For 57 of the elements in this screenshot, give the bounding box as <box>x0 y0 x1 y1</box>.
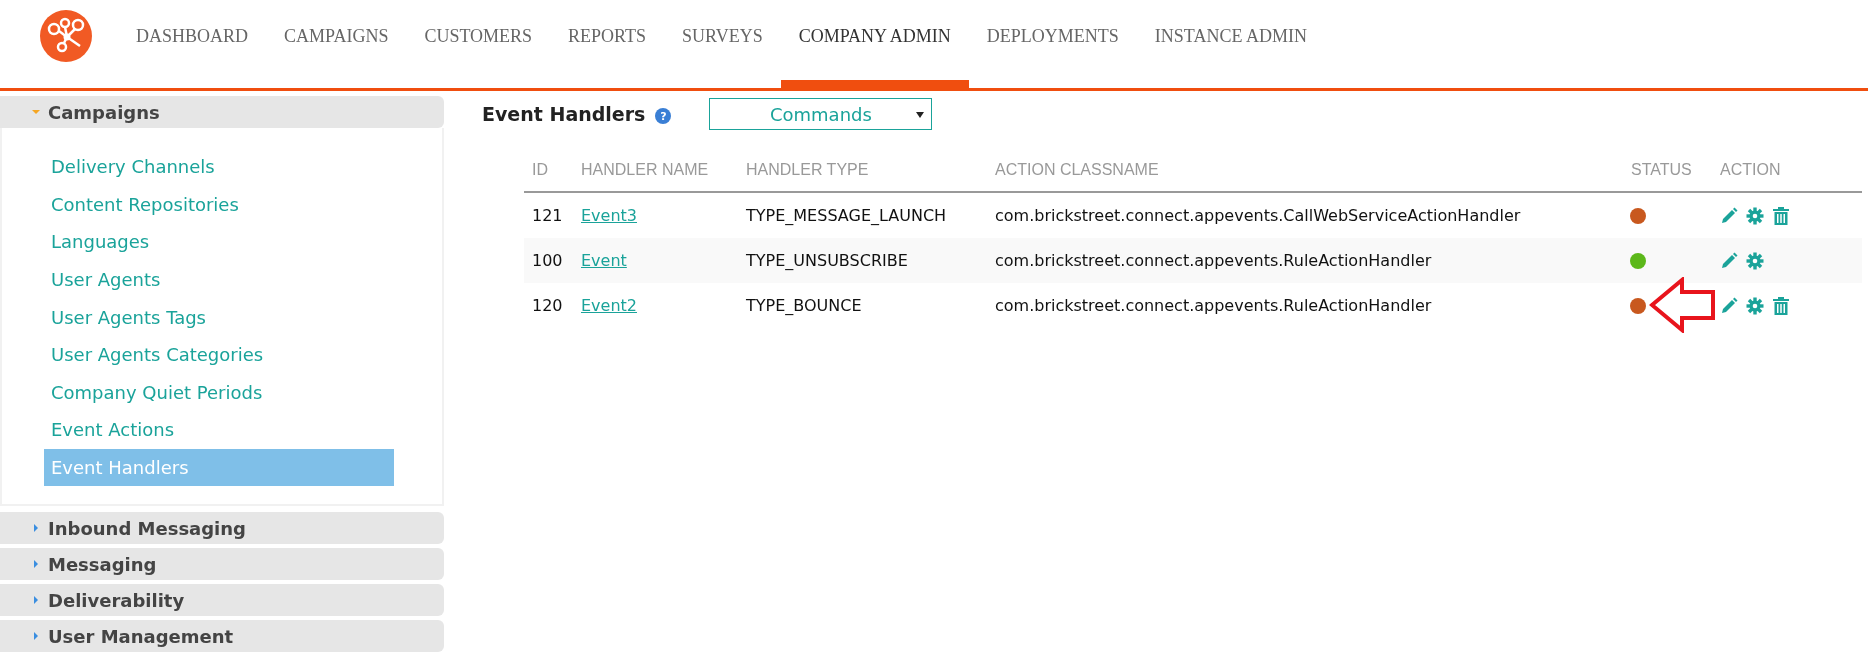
caret-icon <box>31 631 41 642</box>
table-cell: TYPE_UNSUBSCRIBE <box>738 238 987 283</box>
sidebar-item[interactable]: User Agents Tags <box>44 298 394 336</box>
pencil-icon[interactable] <box>1720 251 1738 270</box>
handler-link[interactable]: Event2 <box>581 296 637 315</box>
sidebar-section-header[interactable]: Campaigns <box>0 96 444 128</box>
nav-tab[interactable]: SURVEYS <box>664 0 781 88</box>
nav-tab[interactable]: CAMPAIGNS <box>266 0 407 88</box>
caret-icon <box>31 107 41 117</box>
sidebar-section-header[interactable]: Inbound Messaging <box>0 512 444 545</box>
commands-dropdown[interactable]: Commands <box>709 98 933 130</box>
table-cell: TYPE_BOUNCE <box>738 283 987 328</box>
pencil-icon[interactable] <box>1720 296 1738 315</box>
nav-tab[interactable]: DEPLOYMENTS <box>968 0 1137 88</box>
sidebar-item[interactable]: Delivery Channels <box>44 148 394 186</box>
column-header: ID <box>524 161 573 192</box>
column-header: HANDLER TYPE <box>738 161 987 192</box>
nav-tab[interactable]: INSTANCE ADMIN <box>1136 0 1325 88</box>
table-cell: 120 <box>524 283 573 328</box>
nav-tab[interactable]: CUSTOMERS <box>406 0 551 88</box>
delete-icon[interactable] <box>1772 296 1790 315</box>
table-cell: com.brickstreet.connect.appevents.CallWebServiceActionHandler <box>987 192 1623 238</box>
page-title: Event Handlers <box>482 103 646 125</box>
sidebar-item[interactable]: Event Actions <box>44 411 394 449</box>
pencil-icon[interactable] <box>1720 206 1738 225</box>
sidebar-section-header[interactable]: Messaging <box>0 548 444 581</box>
table-cell: 100 <box>524 238 573 283</box>
table-cell: com.brickstreet.connect.appevents.RuleActionHandler <box>987 283 1623 328</box>
column-header: ACTION CLASSNAME <box>987 161 1623 192</box>
sidebar-item[interactable]: Languages <box>44 223 394 261</box>
sidebar-section-header[interactable]: User Management <box>0 620 444 653</box>
help-icon[interactable]: ? <box>655 108 672 124</box>
column-header: STATUS <box>1623 161 1712 192</box>
settings-icon[interactable] <box>1746 296 1764 315</box>
sidebar-item[interactable]: Company Quiet Periods <box>44 373 394 412</box>
table-cell: com.brickstreet.connect.appevents.RuleActionHandler <box>987 238 1623 283</box>
table-cell: TYPE_MESSAGE_LAUNCH <box>738 192 987 238</box>
sidebar-item[interactable]: Content Repositories <box>44 185 394 224</box>
handler-link[interactable]: Event3 <box>581 206 637 225</box>
handler-link[interactable]: Event <box>581 251 627 270</box>
caret-icon <box>31 595 41 606</box>
table-cell: 121 <box>524 192 573 238</box>
column-header: HANDLER NAME <box>573 161 738 192</box>
nav-tab[interactable]: DASHBOARD <box>118 0 267 88</box>
sidebar-item[interactable]: User Agents <box>44 260 394 299</box>
sidebar-section-header[interactable]: Deliverability <box>0 584 444 617</box>
settings-icon[interactable] <box>1746 251 1764 270</box>
caret-icon <box>31 523 41 534</box>
caret-icon <box>916 112 925 118</box>
column-header: ACTION <box>1712 161 1862 192</box>
logo-icon[interactable] <box>40 10 92 62</box>
sidebar-item[interactable]: User Agents Categories <box>44 335 394 374</box>
settings-icon[interactable] <box>1746 206 1764 225</box>
delete-icon[interactable] <box>1772 206 1790 225</box>
nav-tab[interactable]: COMPANY ADMIN <box>780 0 969 88</box>
nav-tab[interactable]: REPORTS <box>550 0 665 88</box>
caret-icon <box>31 559 41 570</box>
